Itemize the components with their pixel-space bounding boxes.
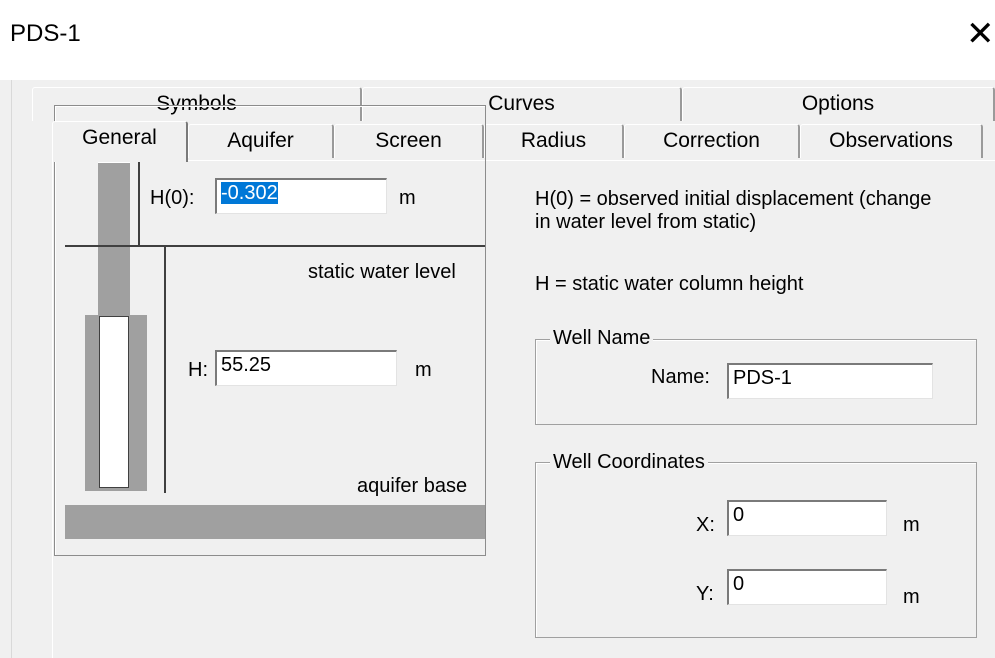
tab-label: Curves (488, 92, 555, 115)
x-label: X: (696, 514, 715, 536)
h0-dimension-line (138, 161, 140, 245)
h0-input[interactable]: -0.302 (215, 178, 387, 214)
h0-label: H(0): (150, 187, 195, 209)
title-bar: PDS-1 ✕ (0, 0, 995, 80)
name-label: Name: (651, 366, 710, 388)
x-value: 0 (733, 504, 745, 526)
h-description: H = static water column height (535, 273, 804, 295)
h-input[interactable]: 55.25 (215, 350, 397, 386)
tab-label: Radius (520, 129, 587, 152)
y-label: Y: (696, 583, 714, 605)
static-water-level-label: static water level (308, 261, 456, 283)
aquifer-base-label: aquifer base (357, 475, 468, 497)
h0-description: H(0) = observed initial displacement (ch… (535, 188, 931, 234)
static-water-level-line (65, 245, 485, 247)
y-input[interactable]: 0 (727, 569, 887, 605)
tab-label: Options (801, 92, 875, 115)
h0-description-line2: in water level from static) (535, 211, 757, 233)
well-coordinates-group (535, 462, 977, 638)
well-name-legend: Well Name (550, 327, 654, 350)
h0-value: -0.302 (221, 182, 278, 204)
window-left-edge (0, 80, 12, 658)
window-title: PDS-1 (10, 20, 81, 47)
h0-unit: m (399, 187, 416, 209)
h-dimension-line (164, 247, 166, 493)
y-unit: m (903, 586, 920, 608)
well-casing (98, 163, 130, 315)
tab-general[interactable]: General (52, 121, 188, 162)
close-icon[interactable]: ✕ (966, 14, 995, 54)
h-value: 55.25 (221, 354, 272, 376)
tab-label: Observations (829, 129, 953, 152)
h-label: H: (188, 359, 208, 381)
tab-label: General (82, 126, 157, 149)
tab-radius[interactable]: Radius (484, 124, 624, 158)
tab-options[interactable]: Options (682, 87, 995, 121)
y-value: 0 (733, 573, 745, 595)
tab-correction[interactable]: Correction (624, 124, 800, 158)
x-unit: m (903, 514, 920, 536)
tab-observations[interactable]: Observations (800, 124, 983, 158)
x-input[interactable]: 0 (727, 500, 887, 536)
h-unit: m (415, 359, 432, 381)
well-coordinates-legend: Well Coordinates (550, 451, 708, 474)
tab-label: Correction (663, 129, 760, 152)
well-diagram: H(0): -0.302 m static water level H: 55.… (54, 105, 486, 556)
well-screen-interior (99, 316, 129, 488)
aquifer-base-bar (65, 505, 485, 539)
h0-description-line1: H(0) = observed initial displacement (ch… (535, 188, 932, 210)
name-input[interactable]: PDS-1 (727, 363, 933, 399)
name-value: PDS-1 (733, 367, 792, 389)
